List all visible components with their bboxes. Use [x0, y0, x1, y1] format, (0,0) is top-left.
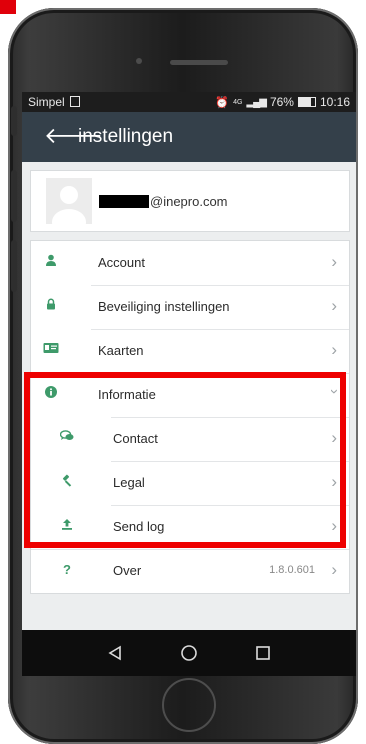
battery-icon [297, 97, 316, 107]
id-card-icon [43, 342, 59, 358]
avatar-placeholder-icon [52, 186, 86, 224]
lock-icon [43, 298, 59, 314]
phone-screen: Simpel ⏰ 4G ▂▄▆ 76% 10:16 🡐 instellingen… [22, 92, 356, 630]
alarm-icon: ⏰ [215, 96, 230, 109]
app-version: 1.8.0.601 [269, 564, 315, 576]
menu-item-label: Account [98, 255, 145, 270]
email-domain: @inepro.com [150, 194, 228, 209]
chevron-right-icon: › [331, 340, 337, 359]
power-button [11, 240, 17, 292]
app-bar: 🡐 instellingen [22, 112, 356, 162]
user-icon [43, 254, 59, 270]
battery-percent: 76% [269, 95, 294, 109]
carrier-name: Simpel [28, 95, 65, 109]
earpiece-speaker [170, 60, 228, 65]
menu-item-label: Over [113, 563, 142, 578]
menu-item-label: Beveiliging instellingen [98, 299, 230, 314]
clock: 10:16 [319, 95, 350, 109]
chevron-right-icon: › [331, 252, 337, 271]
recents-square-icon[interactable] [250, 640, 276, 666]
highlight-box [24, 372, 346, 548]
chevron-right-icon: › [331, 560, 337, 579]
network-type: 4G [233, 98, 243, 106]
page-title: instellingen [78, 126, 174, 147]
volume-down-button [11, 170, 17, 222]
profile-email: @inepro.com [99, 194, 228, 209]
menu-item-account[interactable]: Account › [31, 241, 349, 285]
home-circle-icon[interactable] [176, 640, 202, 666]
email-redaction [99, 195, 149, 208]
menu-item-about[interactable]: ? Over 1.8.0.601 › [31, 549, 349, 593]
android-nav-bar [22, 630, 356, 676]
avatar [46, 178, 92, 224]
volume-up-button [11, 106, 17, 136]
menu-item-security[interactable]: Beveiliging instellingen › [31, 285, 349, 329]
corner-marker [0, 0, 16, 14]
sim-icon [70, 96, 81, 107]
chevron-right-icon: › [331, 296, 337, 315]
signal-icon: ▂▄▆ [246, 96, 266, 108]
menu-item-cards[interactable]: Kaarten › [31, 329, 349, 373]
physical-home-button[interactable] [162, 678, 216, 732]
status-bar: Simpel ⏰ 4G ▂▄▆ 76% 10:16 [22, 92, 356, 112]
menu-item-label: Kaarten [98, 343, 144, 358]
question-icon: ? [63, 562, 71, 577]
front-camera [136, 58, 142, 64]
back-triangle-icon[interactable] [102, 640, 128, 666]
profile-card[interactable]: @inepro.com [30, 170, 350, 232]
